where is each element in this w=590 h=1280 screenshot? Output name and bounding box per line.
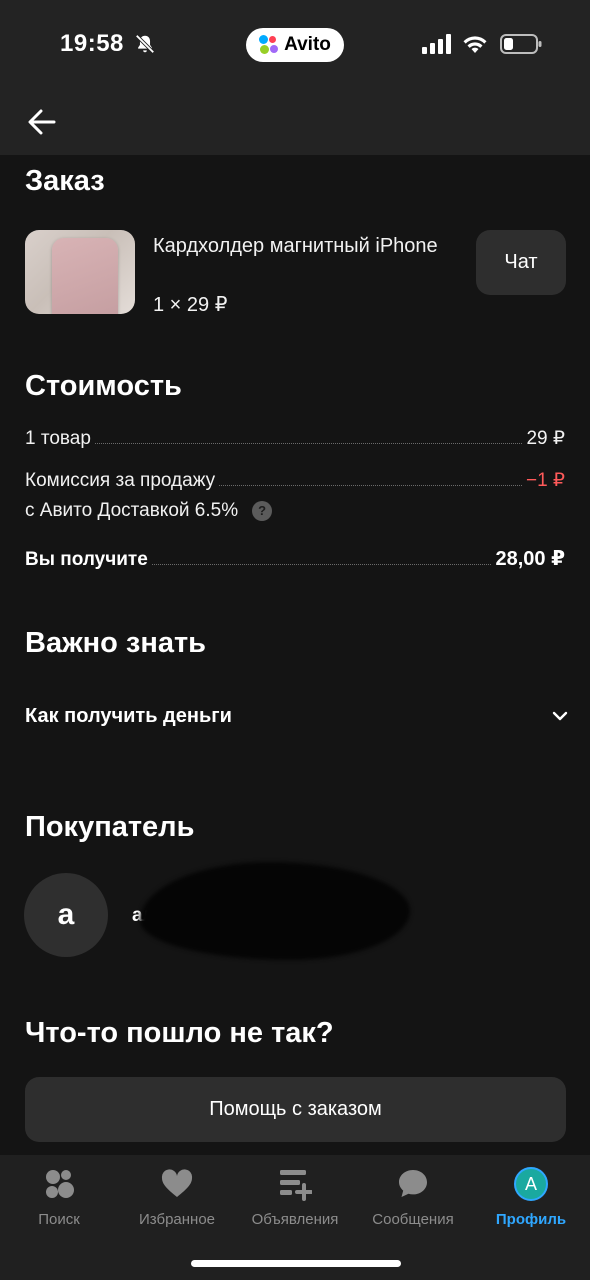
cost-row-total: Вы получите 28,00 ₽ <box>25 546 565 571</box>
help-question-icon[interactable]: ? <box>252 500 273 521</box>
home-indicator[interactable] <box>191 1260 401 1267</box>
buyer-avatar[interactable]: а <box>24 873 108 957</box>
buyer-heading: Покупатель <box>25 811 195 843</box>
commission-subtext-row: с Авито Доставкой 6.5%? <box>25 500 273 522</box>
tab-messages[interactable]: Сообщения <box>354 1167 472 1237</box>
cost-row-label: Комиссия за продажу <box>25 470 216 491</box>
dotted-leader <box>151 564 492 565</box>
product-thumbnail[interactable] <box>25 230 135 314</box>
cellular-signal-icon <box>422 34 451 54</box>
tab-profile[interactable]: A Профиль <box>472 1167 590 1237</box>
profile-avatar-icon: A <box>514 1167 548 1201</box>
product-qty-price: 1 × 29 ₽ <box>153 294 228 316</box>
tab-search[interactable]: Поиск <box>0 1167 118 1237</box>
tab-label: Избранное <box>138 1211 216 1228</box>
battery-icon <box>500 34 542 54</box>
order-help-button[interactable]: Помощь с заказом <box>25 1077 566 1142</box>
tab-label: Поиск <box>38 1211 80 1228</box>
cost-row-label: 1 товар <box>25 428 91 449</box>
order-heading: Заказ <box>25 165 105 197</box>
cost-row-items: 1 товар 29 ₽ <box>25 427 565 450</box>
wifi-icon <box>463 36 487 53</box>
tab-favorites[interactable]: Избранное <box>118 1167 236 1237</box>
total-value: 28,00 ₽ <box>495 548 565 570</box>
accordion-label: Как получить деньги <box>25 704 232 727</box>
top-bar: 19:58 Avito <box>0 0 590 155</box>
cost-row-value: 29 ₽ <box>526 428 565 449</box>
dotted-leader <box>94 443 523 444</box>
product-title[interactable]: Кардхолдер магнитный iPhone <box>153 232 453 261</box>
how-to-get-money-accordion[interactable]: Как получить деньги <box>25 696 570 736</box>
tab-label: Объявления <box>251 1211 339 1228</box>
heart-icon <box>161 1169 193 1197</box>
important-heading: Важно знать <box>25 627 207 659</box>
chevron-down-icon <box>552 711 568 721</box>
tab-listings[interactable]: Объявления <box>236 1167 354 1237</box>
total-label: Вы получите <box>25 549 148 570</box>
chat-button[interactable]: Чат <box>476 230 566 295</box>
bell-muted-icon <box>135 34 155 54</box>
commission-subtext: с Авито Доставкой 6.5% <box>25 500 239 521</box>
avito-pill[interactable]: Avito <box>246 28 344 62</box>
tab-label: Сообщения <box>372 1211 454 1228</box>
cost-heading: Стоимость <box>25 370 182 402</box>
cost-row-commission: Комиссия за продажу −1 ₽ <box>25 469 565 492</box>
avito-pill-label: Avito <box>284 34 331 55</box>
tab-label: Профиль <box>495 1211 567 1228</box>
chat-bubble-icon <box>399 1170 427 1197</box>
problem-heading: Что-то пошло не так? <box>25 1017 334 1049</box>
redaction-scribble <box>140 862 410 960</box>
cost-row-value-negative: −1 ₽ <box>525 470 565 491</box>
product-image <box>52 238 118 314</box>
dotted-leader <box>219 485 522 486</box>
listings-add-icon <box>280 1170 312 1201</box>
status-time: 19:58 <box>60 30 124 57</box>
search-bubbles-icon <box>46 1170 74 1198</box>
avito-logo-icon <box>259 35 279 55</box>
back-arrow-icon[interactable] <box>26 106 58 138</box>
